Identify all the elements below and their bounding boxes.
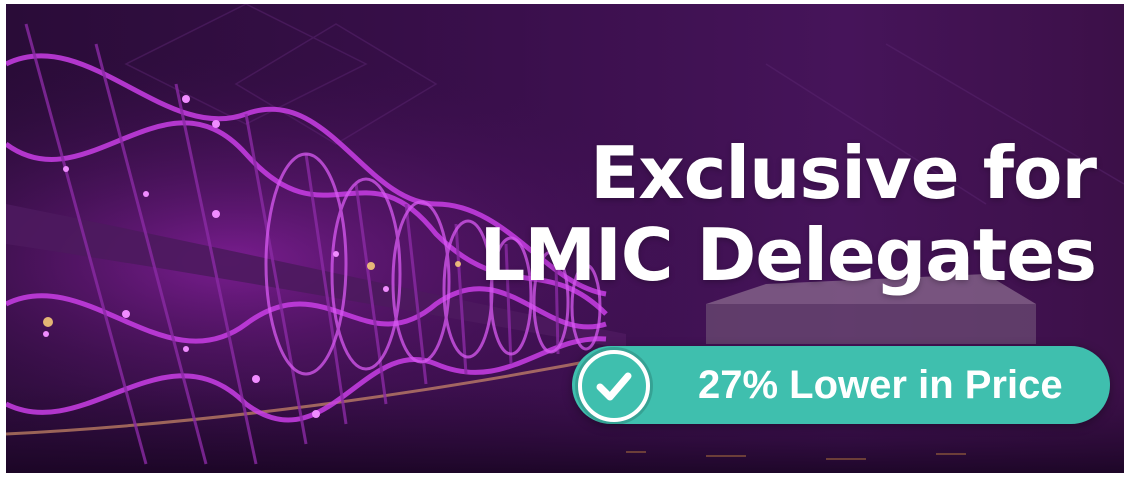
headline-line-1: Exclusive for	[590, 131, 1097, 215]
discount-badge: 27% Lower in Price	[572, 346, 1110, 424]
promo-banner: Exclusive for LMIC Delegates 27% Lower i…	[6, 4, 1124, 473]
check-circle-icon	[578, 350, 650, 422]
headline: Exclusive for LMIC Delegates	[479, 131, 1097, 297]
discount-text: 27% Lower in Price	[698, 363, 1063, 407]
headline-line-2: LMIC Delegates	[479, 213, 1097, 297]
